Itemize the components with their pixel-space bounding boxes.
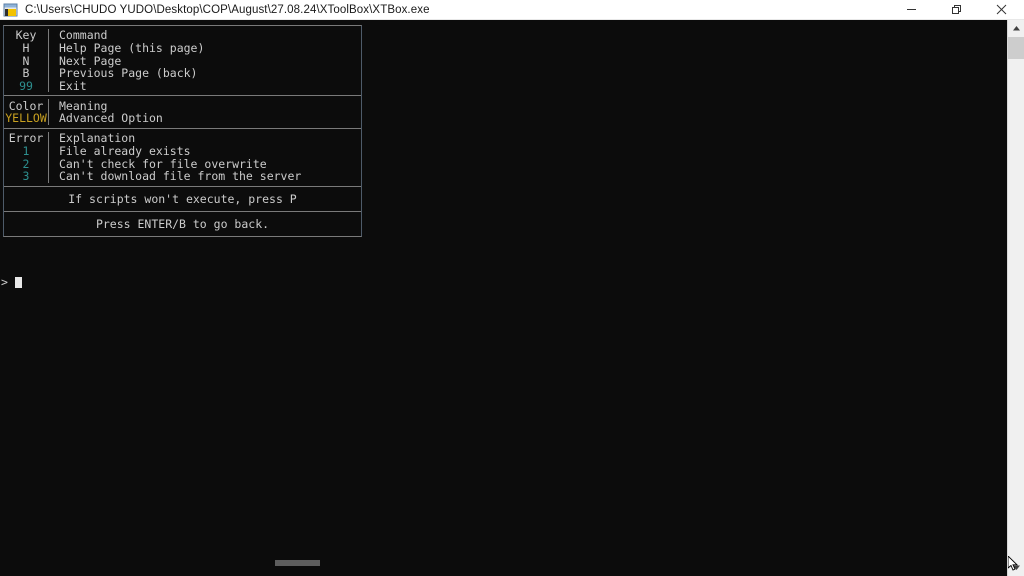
minimize-button[interactable] xyxy=(889,0,934,20)
table-header-row: Color Meaning xyxy=(4,99,361,113)
mouse-pointer xyxy=(1007,554,1020,572)
commands-section: Key Command H Help Page (this page) N Ne… xyxy=(4,26,361,97)
errors-section: Error Explanation 1 File already exists … xyxy=(4,129,361,187)
table-row: YELLOW Advanced Option xyxy=(4,111,361,126)
help-page-table: Key Command H Help Page (this page) N Ne… xyxy=(3,25,362,237)
maximize-restore-button[interactable] xyxy=(934,0,979,20)
table-header-row: Key Command xyxy=(4,28,361,42)
restore-icon xyxy=(952,5,961,14)
scripts-hint-row: If scripts won't execute, press P xyxy=(4,187,361,212)
horizontal-scrollbar[interactable] xyxy=(0,556,1007,566)
horizontal-scrollbar-thumb[interactable] xyxy=(275,560,320,566)
close-button[interactable] xyxy=(979,0,1024,20)
console-window: C:\Users\CHUDO YUDO\Desktop\COP\August\2… xyxy=(0,0,1024,576)
command-key: 99 xyxy=(19,79,33,94)
table-header-row: Error Explanation xyxy=(4,131,361,145)
scroll-up-button[interactable] xyxy=(1008,20,1024,37)
console-app-icon xyxy=(3,2,19,18)
command-prompt[interactable]: > xyxy=(1,276,22,289)
vertical-scrollbar-thumb[interactable] xyxy=(1008,37,1024,59)
window-title: C:\Users\CHUDO YUDO\Desktop\COP\August\2… xyxy=(25,3,430,16)
color-legend-section: Color Meaning YELLOW Advanced Option xyxy=(4,96,361,129)
vertical-scrollbar[interactable] xyxy=(1007,20,1024,576)
table-row: 2 Can't check for file overwrite xyxy=(4,157,361,171)
error-explanation: Can't download file from the server xyxy=(59,169,302,184)
table-row: 3 Can't download file from the server xyxy=(4,169,361,184)
error-code: 3 xyxy=(22,169,30,184)
color-meaning: Advanced Option xyxy=(59,111,163,126)
table-row: 1 File already exists xyxy=(4,144,361,158)
console-output-area[interactable]: Key Command H Help Page (this page) N Ne… xyxy=(0,20,1007,566)
table-row: 99 Exit xyxy=(4,79,361,94)
text-cursor xyxy=(14,277,22,288)
command-description: Exit xyxy=(59,79,87,94)
table-row: B Previous Page (back) xyxy=(4,66,361,80)
table-row: H Help Page (this page) xyxy=(4,41,361,55)
go-back-hint-row: Press ENTER/B to go back. xyxy=(95,216,270,231)
title-bar[interactable]: C:\Users\CHUDO YUDO\Desktop\COP\August\2… xyxy=(0,0,1024,20)
close-icon xyxy=(996,4,1007,15)
color-name: YELLOW xyxy=(5,111,47,126)
prompt-symbol: > xyxy=(1,275,8,289)
minimize-icon xyxy=(907,9,916,10)
table-row: N Next Page xyxy=(4,54,361,68)
chevron-up-icon xyxy=(1013,26,1020,31)
window-controls xyxy=(889,0,1024,20)
